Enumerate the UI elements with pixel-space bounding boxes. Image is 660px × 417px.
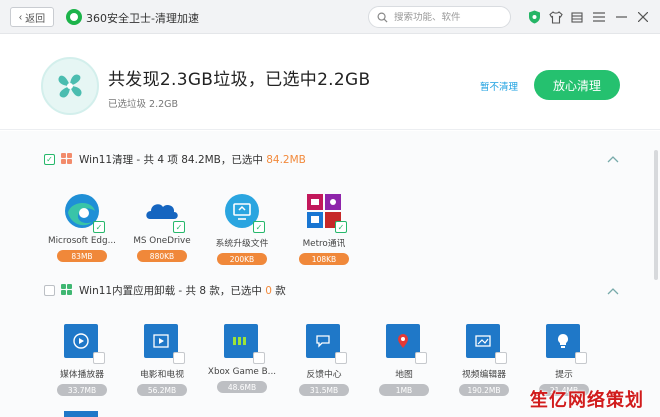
- list-item-video-editor[interactable]: 视频编辑器 190.2MB: [449, 322, 519, 396]
- item-size-badge: 33.7MB: [57, 384, 107, 396]
- list-item-system-upgrade[interactable]: ✓ 系统升级文件 200KB: [207, 191, 277, 265]
- item-checkbox[interactable]: [335, 352, 347, 364]
- item-size-badge: 200KB: [217, 253, 267, 265]
- section-checkbox[interactable]: [44, 284, 55, 296]
- summary-subline: 已选垃圾 2.2GB: [108, 99, 179, 110]
- app-logo: [66, 9, 82, 25]
- item-label: 反馈中心: [306, 370, 342, 380]
- section-checkbox[interactable]: ✓: [44, 153, 55, 165]
- section-header-win11-clean[interactable]: ✓ Win11清理 - 共 4 项 84.2MB，已选中 84.2MB: [44, 150, 306, 168]
- selected-count: 0: [265, 284, 272, 297]
- fan-icon: [41, 57, 99, 115]
- item-size-badge: 1MB: [379, 384, 429, 396]
- windows-icon: [61, 153, 73, 165]
- list-item-edge[interactable]: ✓ Microsoft Edg... 83MB: [47, 191, 117, 262]
- chevron-left-icon: ‹: [18, 11, 23, 23]
- item-size-badge: 56.2MB: [137, 384, 187, 396]
- tips-icon: [558, 334, 568, 348]
- item-checkbox[interactable]: ✓: [93, 221, 105, 233]
- xbox-icon: [233, 337, 246, 345]
- results-panel: ✓ Win11清理 - 共 4 项 84.2MB，已选中 84.2MB ✓ Mi…: [0, 131, 660, 417]
- item-checkbox[interactable]: [93, 352, 105, 364]
- collapse-chevron-icon[interactable]: [607, 286, 619, 298]
- item-label: MS OneDrive: [133, 236, 191, 246]
- item-checkbox[interactable]: [415, 352, 427, 364]
- list-item-tips[interactable]: 提示 21.4MB: [529, 322, 599, 396]
- collapse-chevron-icon[interactable]: [607, 154, 619, 166]
- item-label: Xbox Game B...: [207, 367, 277, 377]
- scan-summary: 共发现2.3GB垃圾，已选中2.2GB 已选垃圾 2.2GB 暂不清理 放心清理: [0, 34, 660, 130]
- item-checkbox[interactable]: [253, 352, 265, 364]
- back-button-label: 返回: [25, 13, 46, 25]
- item-size-badge: 190.2MB: [459, 384, 509, 396]
- list-item-media-player[interactable]: 媒体播放器 33.7MB: [47, 322, 117, 396]
- windows-icon: [61, 284, 73, 296]
- media-player-icon: [73, 333, 89, 349]
- section-title: Win11内置应用卸载 - 共 8 款，已选中 0 款: [79, 284, 286, 297]
- item-checkbox[interactable]: ✓: [173, 221, 185, 233]
- section-title: Win11清理 - 共 4 项 84.2MB，已选中 84.2MB: [79, 153, 306, 166]
- item-label: 媒体播放器: [60, 370, 104, 380]
- search-icon: [377, 12, 388, 23]
- app-title: 360安全卫士-清理加速: [86, 12, 199, 25]
- video-editor-icon: [475, 335, 491, 347]
- shield-icon[interactable]: [527, 10, 541, 24]
- summary-headline: 共发现2.3GB垃圾，已选中2.2GB: [108, 70, 371, 90]
- back-button[interactable]: ‹ 返回: [10, 7, 54, 27]
- item-label: 视频编辑器: [462, 370, 506, 380]
- item-checkbox[interactable]: [173, 352, 185, 364]
- section-header-builtin-apps[interactable]: Win11内置应用卸载 - 共 8 款，已选中 0 款: [44, 281, 286, 299]
- item-size-badge: 31.5MB: [299, 384, 349, 396]
- item-checkbox[interactable]: ✓: [253, 221, 265, 233]
- item-checkbox[interactable]: ✓: [335, 221, 347, 233]
- list-item-metro[interactable]: ✓ Metro通讯 108KB: [289, 191, 359, 265]
- item-checkbox[interactable]: [495, 352, 507, 364]
- app-tile-partial: [64, 411, 98, 417]
- close-icon[interactable]: [636, 10, 650, 24]
- item-label: 地图: [395, 370, 413, 380]
- item-label: 系统升级文件: [215, 239, 269, 249]
- title-bar: ‹ 返回 360安全卫士-清理加速: [0, 0, 660, 34]
- list-item-xbox-game-bar[interactable]: Xbox Game B... 48.6MB: [207, 322, 277, 393]
- selected-size: 84.2MB: [266, 153, 306, 166]
- calendar-icon[interactable]: [570, 10, 584, 24]
- movies-tv-icon: [153, 334, 169, 348]
- menu-icon[interactable]: [592, 10, 606, 24]
- feedback-icon: [316, 335, 330, 348]
- clothes-icon[interactable]: [549, 10, 563, 24]
- list-item-onedrive[interactable]: ✓ MS OneDrive 880KB: [127, 191, 197, 262]
- list-item-feedback-hub[interactable]: 反馈中心 31.5MB: [289, 322, 359, 396]
- item-label: Microsoft Edg...: [48, 236, 116, 246]
- item-size-badge: 880KB: [137, 250, 187, 262]
- item-checkbox[interactable]: [575, 352, 587, 364]
- watermark: 笙亿网络策划: [530, 390, 644, 411]
- search-box[interactable]: [368, 6, 511, 28]
- item-label: 提示: [555, 370, 573, 380]
- maps-icon: [398, 334, 408, 348]
- scrollbar[interactable]: [654, 150, 658, 280]
- list-item-movies-tv[interactable]: 电影和电视 56.2MB: [127, 322, 197, 396]
- search-input[interactable]: [394, 11, 494, 23]
- item-size-badge: 48.6MB: [217, 381, 267, 393]
- list-item-maps[interactable]: 地图 1MB: [369, 322, 439, 396]
- clean-button[interactable]: 放心清理: [534, 70, 620, 100]
- item-size-badge: 108KB: [299, 253, 349, 265]
- pause-cleanup-link[interactable]: 暂不清理: [480, 79, 518, 93]
- item-size-badge: 83MB: [57, 250, 107, 262]
- item-label: 电影和电视: [140, 370, 184, 380]
- minimize-icon[interactable]: [614, 10, 628, 24]
- item-label: Metro通讯: [302, 239, 346, 249]
